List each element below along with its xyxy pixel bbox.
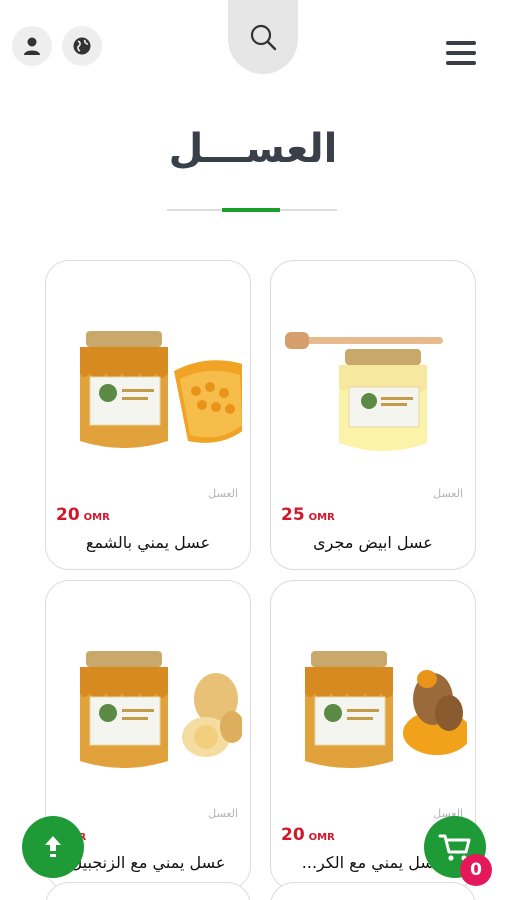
product-image [305, 651, 467, 768]
menu-bar [446, 61, 476, 65]
user-icon [24, 37, 40, 55]
product-price: 20 OMR [56, 505, 110, 525]
price-currency: OMR [308, 832, 335, 843]
product-category: العسل [208, 807, 238, 820]
menu-bar [446, 41, 476, 45]
arrow-up-icon [45, 836, 61, 857]
price-value: 25 [281, 505, 305, 525]
price-value: 20 [281, 825, 305, 845]
product-card[interactable] [270, 882, 476, 900]
search-button[interactable] [228, 0, 298, 74]
product-name[interactable]: عسل يمني بالشمع [54, 533, 242, 552]
product-card[interactable] [45, 882, 251, 900]
language-button[interactable] [62, 26, 102, 66]
product-image [285, 332, 443, 451]
scroll-to-top-button[interactable] [22, 816, 84, 878]
product-card[interactable]: العسل 25 OMR عسل ابيض مجرى [270, 260, 476, 570]
globe-icon [73, 37, 91, 55]
search-icon [250, 24, 277, 51]
product-card[interactable]: العسل 20 OMR عسل يمني بالشمع [45, 260, 251, 570]
product-price: 25 OMR [281, 505, 335, 525]
product-price: 20 OMR [281, 825, 335, 845]
product-image [80, 331, 242, 448]
price-value: 20 [56, 505, 80, 525]
page-title: العســـل [168, 126, 338, 172]
header [0, 0, 506, 100]
menu-bar [446, 51, 476, 55]
title-divider-accent [222, 208, 280, 212]
cart-count-badge: 0 [460, 854, 492, 886]
user-button[interactable] [12, 26, 52, 66]
price-currency: OMR [83, 512, 110, 523]
product-category: العسل [433, 487, 463, 500]
product-image [80, 651, 242, 768]
product-category: العسل [208, 487, 238, 500]
product-name[interactable]: عسل ابيض مجرى [279, 533, 467, 552]
hamburger-menu-button[interactable] [444, 38, 478, 68]
price-currency: OMR [308, 512, 335, 523]
